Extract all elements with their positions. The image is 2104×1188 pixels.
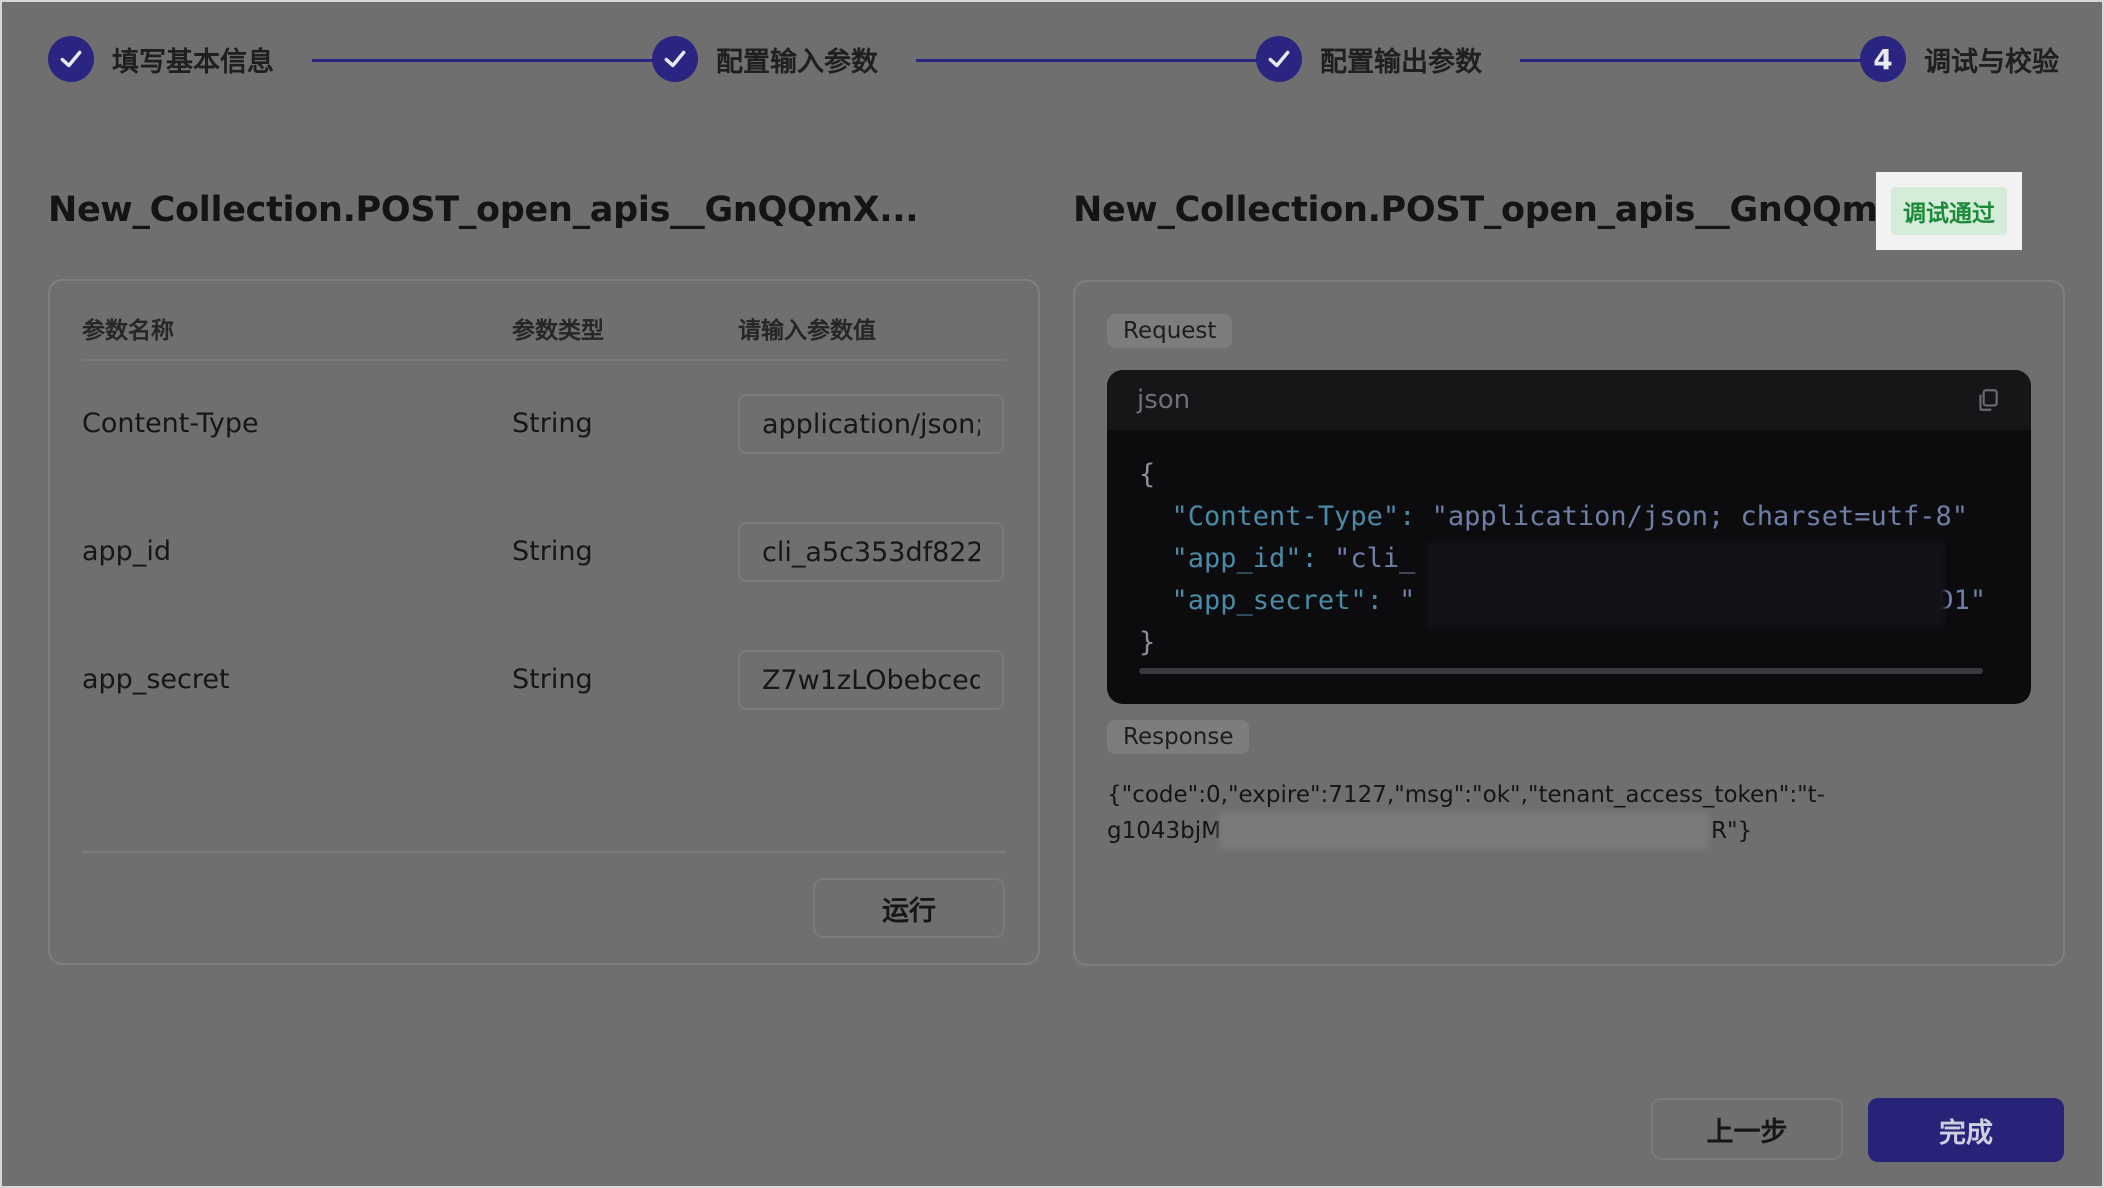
finish-button[interactable]: 完成 xyxy=(1868,1098,2064,1162)
param-name: Content-Type xyxy=(82,408,259,439)
debug-status-badge: 调试通过 xyxy=(1891,187,2007,235)
step-label: 配置输出参数 xyxy=(1320,46,1482,78)
header-param-type: 参数类型 xyxy=(512,318,604,344)
step-debug-verify[interactable]: 4 调试与校验 xyxy=(1860,34,2059,84)
step-basic-info[interactable]: 填写基本信息 xyxy=(48,34,274,84)
step-output-params[interactable]: 配置输出参数 xyxy=(1256,34,1482,84)
code-scrollbar[interactable] xyxy=(1139,668,1983,674)
param-value-field[interactable] xyxy=(738,394,1004,454)
stepper: 填写基本信息 配置输入参数 配置输出参数 4 调试与校验 xyxy=(48,34,2064,84)
code-language: json xyxy=(1137,385,1191,415)
param-type: String xyxy=(512,408,593,439)
step-label: 配置输入参数 xyxy=(716,46,878,78)
param-type: String xyxy=(512,664,593,695)
header-param-value: 请输入参数值 xyxy=(738,318,876,344)
header-param-name: 参数名称 xyxy=(82,318,174,344)
response-body: {"code":0,"expire":7127,"msg":"ok","tena… xyxy=(1107,777,2007,849)
debug-result-panel: Request json { "Content-Type": "applicat… xyxy=(1073,280,2065,966)
param-type: String xyxy=(512,536,593,567)
step-number: 4 xyxy=(1860,36,1906,82)
right-api-title: New_Collection.POST_open_apis__GnQQmX... xyxy=(1073,190,1944,230)
param-value-input[interactable] xyxy=(740,396,1002,452)
step-connector xyxy=(312,59,666,62)
step-check-icon xyxy=(48,36,94,82)
step-input-params[interactable]: 配置输入参数 xyxy=(652,34,878,84)
redacted-token xyxy=(1219,813,1709,849)
request-label: Request xyxy=(1107,314,1233,348)
param-name: app_secret xyxy=(82,664,230,695)
step-connector xyxy=(916,59,1270,62)
request-code-block: json { "Content-Type": "application/json… xyxy=(1107,370,2031,704)
run-button[interactable]: 运行 xyxy=(813,878,1005,938)
header-divider xyxy=(82,359,1006,361)
step-connector xyxy=(1520,59,1874,62)
param-value-input[interactable] xyxy=(740,524,1002,580)
copy-icon[interactable] xyxy=(1975,387,2001,413)
step-check-icon xyxy=(1256,36,1302,82)
code-header: json xyxy=(1107,370,2031,430)
previous-step-button[interactable]: 上一步 xyxy=(1651,1098,1843,1160)
param-value-field[interactable] xyxy=(738,650,1004,710)
param-value-input[interactable] xyxy=(740,652,1002,708)
step-label: 调试与校验 xyxy=(1924,46,2059,78)
step-check-icon xyxy=(652,36,698,82)
left-api-title: New_Collection.POST_open_apis__GnQQmX... xyxy=(48,190,919,230)
footer-divider xyxy=(82,851,1006,853)
response-label: Response xyxy=(1107,720,1250,754)
params-panel: 参数名称 参数类型 请输入参数值 Content-Type String app… xyxy=(48,279,1040,965)
param-value-field[interactable] xyxy=(738,522,1004,582)
debug-status-highlight: 调试通过 xyxy=(1876,172,2022,250)
redacted-secret xyxy=(1427,542,1945,628)
step-label: 填写基本信息 xyxy=(112,46,274,78)
param-name: app_id xyxy=(82,536,171,567)
